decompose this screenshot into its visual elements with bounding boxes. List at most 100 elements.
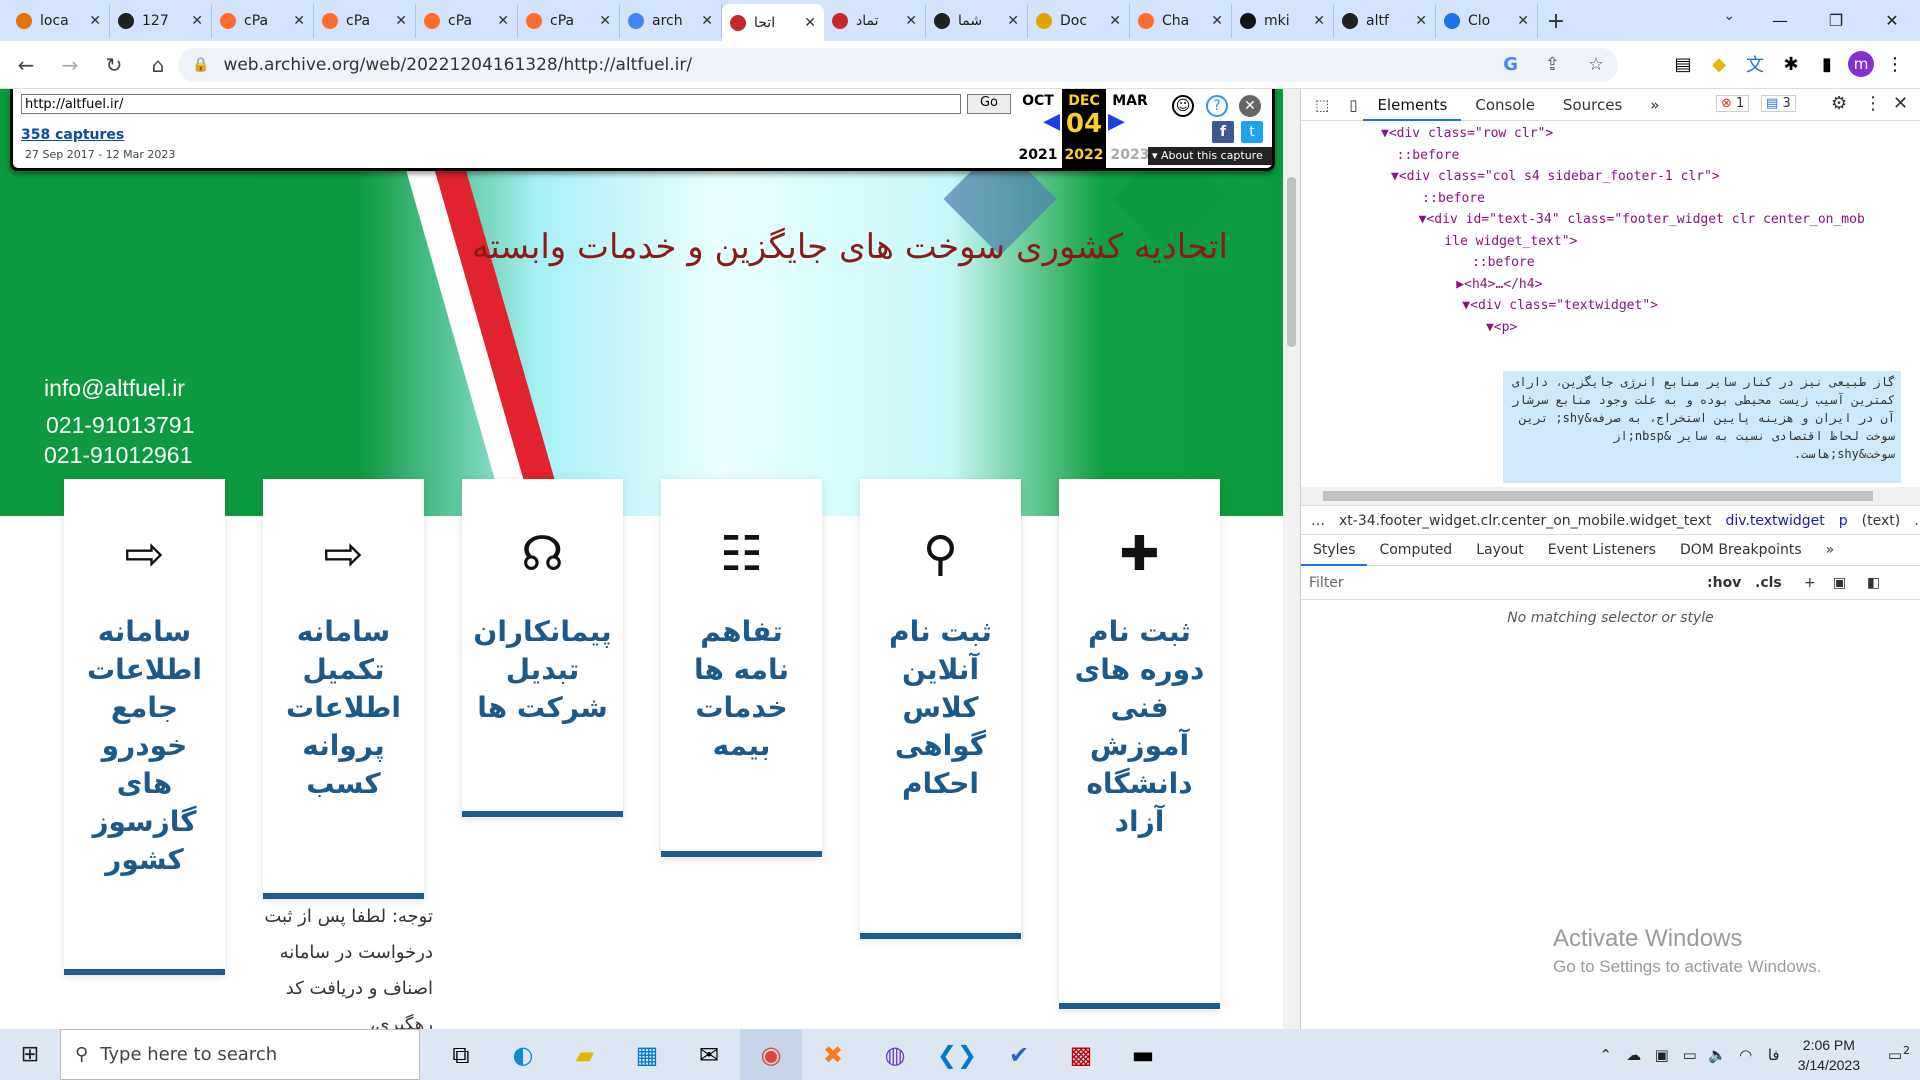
styles-subtab[interactable]: Computed bbox=[1367, 535, 1464, 566]
next-capture-month[interactable]: MAR ▶ 2023 bbox=[1108, 89, 1152, 169]
github-desktop-icon[interactable]: ◍ bbox=[864, 1029, 926, 1080]
service-card[interactable]: ✚ ثبت نام دوره های فنی آموزش دانشگاه آزاد bbox=[1059, 479, 1220, 1009]
tab-close-icon[interactable]: ✕ bbox=[395, 13, 407, 29]
google-icon[interactable]: G bbox=[1503, 54, 1518, 75]
close-window-icon[interactable]: ✕ bbox=[1864, 0, 1920, 41]
help-icon[interactable]: ? bbox=[1206, 95, 1228, 117]
browser-tab[interactable]: cPa ✕ bbox=[212, 4, 314, 38]
task-view-icon[interactable]: ⧉ bbox=[430, 1029, 492, 1080]
vscode-icon[interactable]: ❮❯ bbox=[926, 1029, 988, 1080]
dom-node-line[interactable]: ::before bbox=[1301, 252, 1900, 274]
dom-node-line[interactable]: ile widget_text"> bbox=[1301, 231, 1900, 253]
service-card[interactable]: ⇨ سامانه تکمیل اطلاعات پروانه کسب bbox=[263, 479, 424, 899]
contact-phone-1[interactable]: 021-91013791 bbox=[46, 412, 194, 439]
styles-subtab[interactable]: Event Listeners bbox=[1536, 535, 1668, 566]
about-capture-button[interactable]: ▾ About this capture bbox=[1148, 147, 1272, 165]
browser-tab[interactable]: Doc ✕ bbox=[1028, 4, 1130, 38]
tab-close-icon[interactable]: ✕ bbox=[1007, 13, 1019, 29]
lock-icon[interactable]: 🔒 bbox=[192, 57, 209, 73]
service-card[interactable]: ⚲ ثبت نام آنلاین کلاس گواهی احکام bbox=[860, 479, 1021, 939]
contact-phone-2[interactable]: 021-91012961 bbox=[44, 442, 192, 469]
cls-toggle[interactable]: .cls bbox=[1755, 575, 1782, 591]
dom-node-line[interactable]: ::before bbox=[1301, 188, 1900, 210]
wifi-icon[interactable]: ◠ bbox=[1732, 1046, 1760, 1064]
browser-tab[interactable]: تماد ✕ bbox=[824, 4, 926, 38]
filezilla-icon[interactable]: ▩ bbox=[1050, 1029, 1112, 1080]
tab-close-icon[interactable]: ✕ bbox=[701, 13, 713, 29]
new-tab-icon[interactable]: + bbox=[1538, 4, 1574, 38]
tab-close-icon[interactable]: ✕ bbox=[293, 13, 305, 29]
service-card[interactable]: ⇨ سامانه اطلاعات جامع خودرو های گازسوز کش… bbox=[64, 479, 225, 975]
home-icon[interactable]: ⌂ bbox=[140, 47, 176, 83]
language-indicator[interactable]: فا bbox=[1760, 1046, 1788, 1064]
prev-arrow-icon[interactable]: ◀ bbox=[1016, 109, 1060, 134]
dom-node-line[interactable]: ▼<div class="row clr"> bbox=[1301, 123, 1900, 145]
dom-node-line[interactable]: ▼<div class="col s4 sidebar_footer-1 clr… bbox=[1301, 166, 1900, 188]
new-rule-icon[interactable]: + bbox=[1804, 575, 1816, 591]
reload-icon[interactable]: ↻ bbox=[96, 47, 132, 83]
breadcrumb-item[interactable]: … bbox=[1311, 513, 1325, 529]
dom-hscroll[interactable] bbox=[1301, 487, 1920, 505]
store-icon[interactable]: ▦ bbox=[616, 1029, 678, 1080]
tab-console[interactable]: Console bbox=[1461, 89, 1549, 121]
bookmark-star-icon[interactable]: ☆ bbox=[1588, 54, 1604, 75]
account-icon[interactable]: ☺ bbox=[1172, 95, 1194, 117]
captures-link[interactable]: 358 captures bbox=[21, 127, 124, 143]
twitter-icon[interactable]: t bbox=[1241, 121, 1263, 143]
device-toggle-icon[interactable]: ▯ bbox=[1343, 89, 1363, 121]
chrome-icon[interactable]: ◉ bbox=[740, 1029, 802, 1080]
styles-filter-input[interactable]: Filter bbox=[1309, 575, 1344, 591]
tab-close-icon[interactable]: ✕ bbox=[905, 13, 917, 29]
next-arrow-icon[interactable]: ▶ bbox=[1108, 109, 1152, 134]
profile-avatar[interactable]: m bbox=[1848, 51, 1874, 77]
tab-close-icon[interactable]: ✕ bbox=[1313, 13, 1325, 29]
browser-tab[interactable]: mki ✕ bbox=[1232, 4, 1334, 38]
tab-close-icon[interactable]: ✕ bbox=[497, 13, 509, 29]
service-card[interactable]: ☷ تفاهم نامه ها خدمات بیمه bbox=[661, 479, 822, 857]
browser-tab[interactable]: cPa ✕ bbox=[314, 4, 416, 38]
tab-close-icon[interactable]: ✕ bbox=[191, 13, 203, 29]
browser-tab[interactable]: Clo ✕ bbox=[1436, 4, 1538, 38]
volume-icon[interactable]: 🔈 bbox=[1704, 1046, 1732, 1064]
browser-tab[interactable]: altf ✕ bbox=[1334, 4, 1436, 38]
close-devtools-icon[interactable]: ✕ bbox=[1893, 93, 1908, 114]
styles-subtab[interactable]: DOM Breakpoints bbox=[1668, 535, 1814, 566]
error-badge[interactable]: ⊗ 1 bbox=[1716, 95, 1750, 112]
page-scrollbar[interactable] bbox=[1283, 89, 1300, 1029]
browser-tab[interactable]: arch ✕ bbox=[620, 4, 722, 38]
wayback-go-button[interactable]: Go bbox=[967, 94, 1011, 114]
browser-tab[interactable]: cPa ✕ bbox=[416, 4, 518, 38]
browser-tab[interactable]: اتحا ✕ bbox=[722, 4, 824, 41]
styles-subtab[interactable]: Layout bbox=[1464, 535, 1536, 566]
styles-subtab[interactable]: Styles bbox=[1301, 535, 1368, 566]
tray-chevron-icon[interactable]: ⌃ bbox=[1592, 1046, 1620, 1064]
facebook-icon[interactable]: f bbox=[1212, 121, 1234, 143]
forward-icon[interactable]: → bbox=[52, 47, 88, 83]
tab-close-icon[interactable]: ✕ bbox=[1517, 13, 1529, 29]
tab-elements[interactable]: Elements bbox=[1363, 89, 1462, 121]
tab-close-icon[interactable]: ✕ bbox=[1211, 13, 1223, 29]
service-card[interactable]: ☊ پیمانکاران تبدیل شرکت ها bbox=[462, 479, 623, 817]
cloud-icon[interactable]: ☁ bbox=[1620, 1046, 1648, 1064]
dom-node-line[interactable]: ▶<h4>…</h4> bbox=[1301, 274, 1900, 296]
battery-icon[interactable]: ▭ bbox=[1676, 1046, 1704, 1064]
dom-node-line[interactable]: ::before bbox=[1301, 145, 1900, 167]
network-tray-icon[interactable]: ▣ bbox=[1648, 1046, 1676, 1064]
xampp-icon[interactable]: ✖ bbox=[802, 1029, 864, 1080]
extensions-puzzle-icon[interactable]: ✱ bbox=[1776, 47, 1806, 81]
breadcrumb-item[interactable]: xt-34.footer_widget.clr.center_on_mobile… bbox=[1339, 513, 1711, 529]
back-icon[interactable]: ← bbox=[8, 47, 44, 83]
tab-close-icon[interactable]: ✕ bbox=[89, 13, 101, 29]
tab-close-icon[interactable]: ✕ bbox=[1415, 13, 1427, 29]
tab-sources[interactable]: Sources bbox=[1549, 89, 1636, 121]
address-bar[interactable]: 🔒 web.archive.org/web/20221204161328/htt… bbox=[178, 48, 1618, 82]
notifications-icon[interactable]: ▭ 2 bbox=[1870, 1044, 1920, 1064]
breadcrumb-item[interactable]: div.textwidget bbox=[1725, 513, 1824, 529]
contact-email[interactable]: info@altfuel.ir bbox=[44, 375, 185, 402]
windows-start-icon[interactable]: ⊞ bbox=[0, 1029, 60, 1080]
menu-kebab-icon[interactable]: ⋮ bbox=[1880, 47, 1910, 81]
tab-close-icon[interactable]: ✕ bbox=[599, 13, 611, 29]
page-scroll-thumb[interactable] bbox=[1287, 177, 1296, 347]
browser-tab[interactable]: شما ✕ bbox=[926, 4, 1028, 38]
close-toolbar-icon[interactable]: ✕ bbox=[1239, 95, 1261, 117]
